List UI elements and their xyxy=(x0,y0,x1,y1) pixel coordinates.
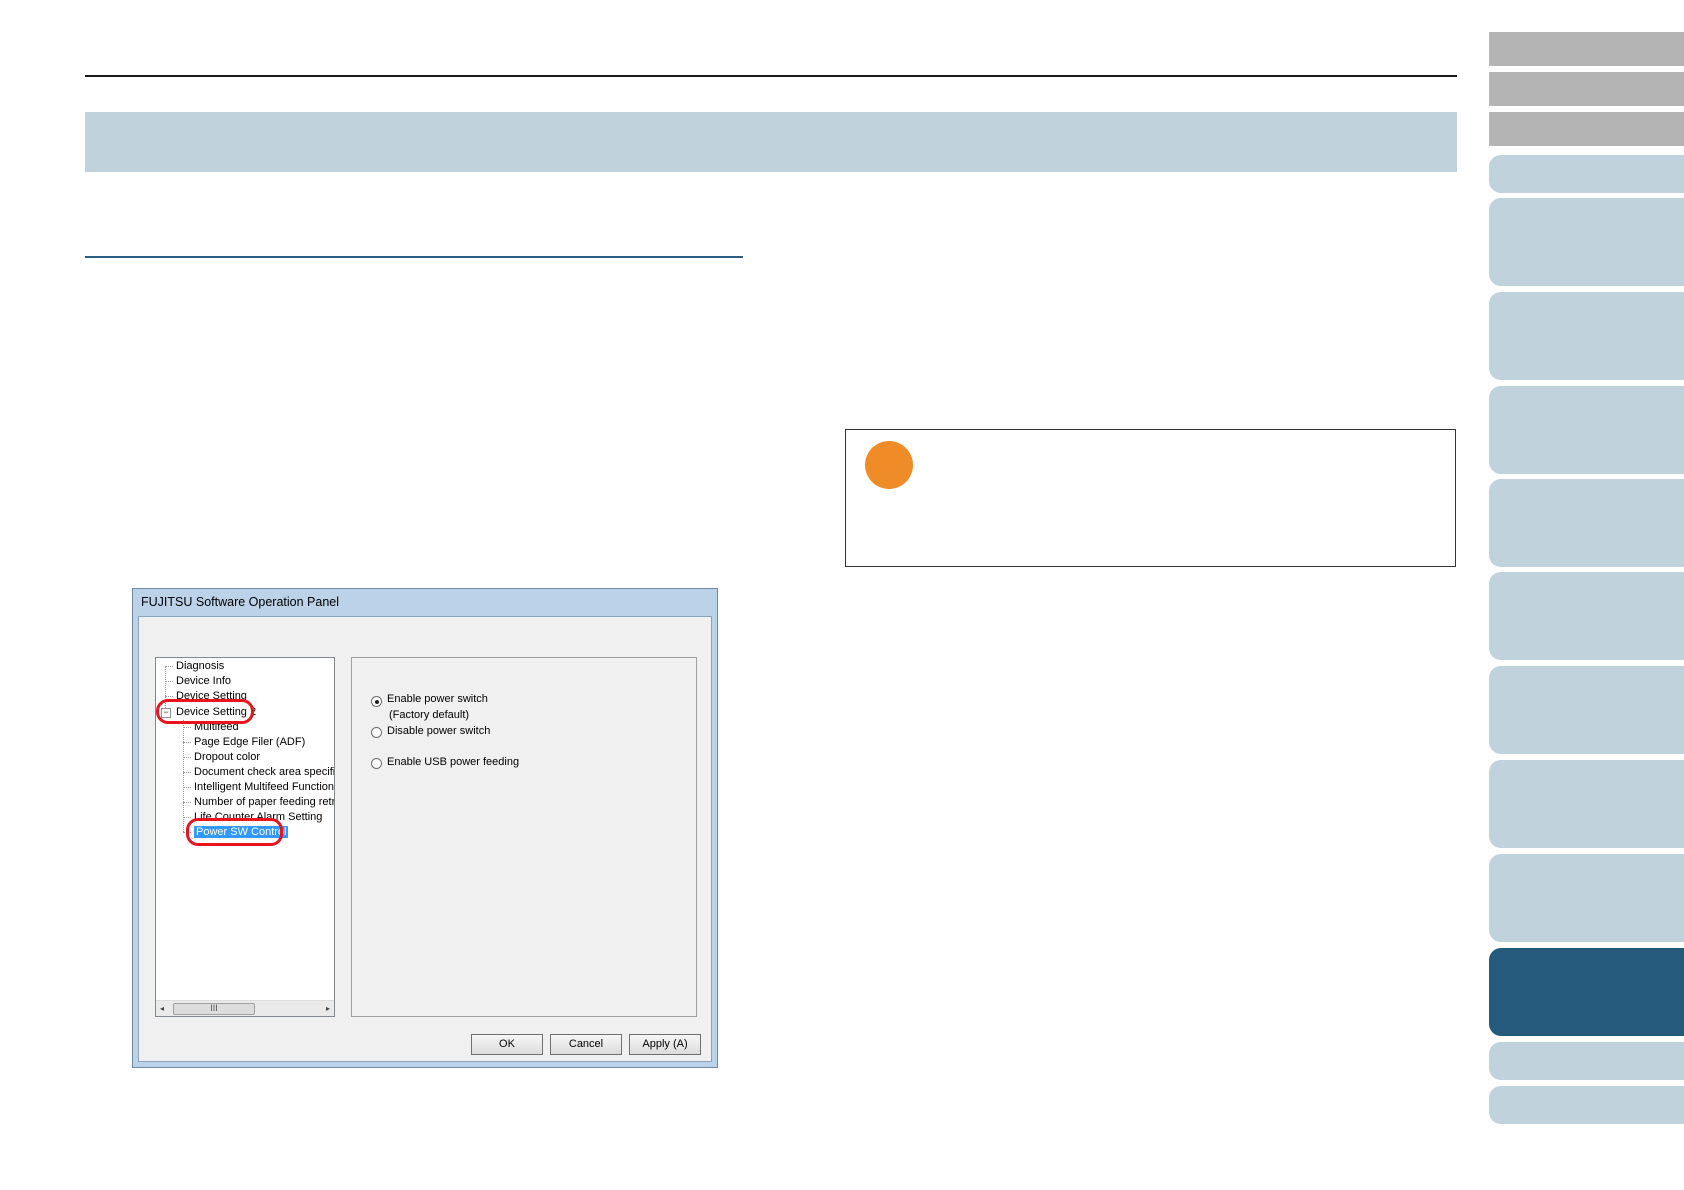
nav-tab-7[interactable] xyxy=(1489,386,1684,474)
dialog-body: Diagnosis Device Info Device Setting − D… xyxy=(138,616,712,1062)
tree-item-intelligent-multifeed[interactable]: Intelligent Multifeed Function xyxy=(194,780,334,794)
label-factory-default: (Factory default) xyxy=(389,709,470,721)
scroll-left-arrow-icon[interactable]: ◂ xyxy=(160,1004,164,1013)
operation-panel-dialog: FUJITSU Software Operation Panel Diagnos… xyxy=(132,588,718,1068)
scroll-thumb[interactable]: III xyxy=(173,1003,255,1015)
nav-tab-15[interactable] xyxy=(1489,1086,1684,1124)
tree-item-page-edge-filler[interactable]: Page Edge Filer (ADF) xyxy=(194,735,305,749)
nav-tab-5[interactable] xyxy=(1489,198,1684,286)
dialog-title: FUJITSU Software Operation Panel xyxy=(141,595,339,609)
nav-tab-4[interactable] xyxy=(1489,155,1684,193)
tree-line xyxy=(165,666,173,667)
label-enable-power-switch: Enable power switch xyxy=(387,693,488,705)
label-enable-usb-power: Enable USB power feeding xyxy=(387,756,520,768)
nav-tab-3[interactable] xyxy=(1489,112,1684,146)
nav-tab-11[interactable] xyxy=(1489,760,1684,848)
nav-tab-1[interactable] xyxy=(1489,32,1684,66)
nav-tab-2[interactable] xyxy=(1489,72,1684,106)
nav-tab-14[interactable] xyxy=(1489,1042,1684,1080)
tree-line xyxy=(183,727,191,728)
tree-line xyxy=(183,742,191,743)
cancel-button[interactable]: Cancel xyxy=(550,1034,622,1055)
subsection-rule xyxy=(85,256,743,258)
settings-tree[interactable]: Diagnosis Device Info Device Setting − D… xyxy=(155,657,335,1017)
radio-disable-power-switch[interactable] xyxy=(371,727,382,738)
apply-button[interactable]: Apply (A) xyxy=(629,1034,701,1055)
tree-horizontal-scrollbar[interactable]: ◂ III ▸ xyxy=(156,1000,334,1016)
tree-item-diagnosis[interactable]: Diagnosis xyxy=(176,659,224,673)
nav-tab-6[interactable] xyxy=(1489,292,1684,380)
scroll-right-arrow-icon[interactable]: ▸ xyxy=(326,1004,330,1013)
tree-line xyxy=(183,720,184,832)
power-sw-settings-panel: Enable power switch (Factory default) Di… xyxy=(351,657,697,1017)
top-rule xyxy=(85,75,1457,77)
attention-box xyxy=(845,429,1456,567)
nav-tab-10[interactable] xyxy=(1489,666,1684,754)
nav-tab-13-active[interactable] xyxy=(1489,948,1684,1036)
highlight-oval-device-setting-2 xyxy=(156,699,254,724)
tree-line xyxy=(183,802,191,803)
radio-enable-usb-power[interactable] xyxy=(371,758,382,769)
highlight-oval-power-sw-control xyxy=(186,818,283,846)
tree-line xyxy=(165,696,173,697)
nav-tab-8[interactable] xyxy=(1489,479,1684,567)
nav-tab-12[interactable] xyxy=(1489,854,1684,942)
tree-line xyxy=(183,772,191,773)
label-disable-power-switch: Disable power switch xyxy=(387,725,491,737)
tree-item-device-info[interactable]: Device Info xyxy=(176,674,231,688)
tree-item-dropout-color[interactable]: Dropout color xyxy=(194,750,260,764)
section-heading-band xyxy=(85,112,1457,172)
tree-line xyxy=(183,757,191,758)
tree-line xyxy=(183,817,191,818)
attention-icon xyxy=(865,441,913,489)
radio-enable-power-switch[interactable] xyxy=(371,696,382,707)
tree-line xyxy=(165,681,173,682)
tree-item-document-check-area[interactable]: Document check area specific xyxy=(194,765,334,779)
tree-item-paper-feeding-retries[interactable]: Number of paper feeding retrie xyxy=(194,795,334,809)
ok-button[interactable]: OK xyxy=(471,1034,543,1055)
tree-line xyxy=(183,787,191,788)
nav-tab-9[interactable] xyxy=(1489,572,1684,660)
